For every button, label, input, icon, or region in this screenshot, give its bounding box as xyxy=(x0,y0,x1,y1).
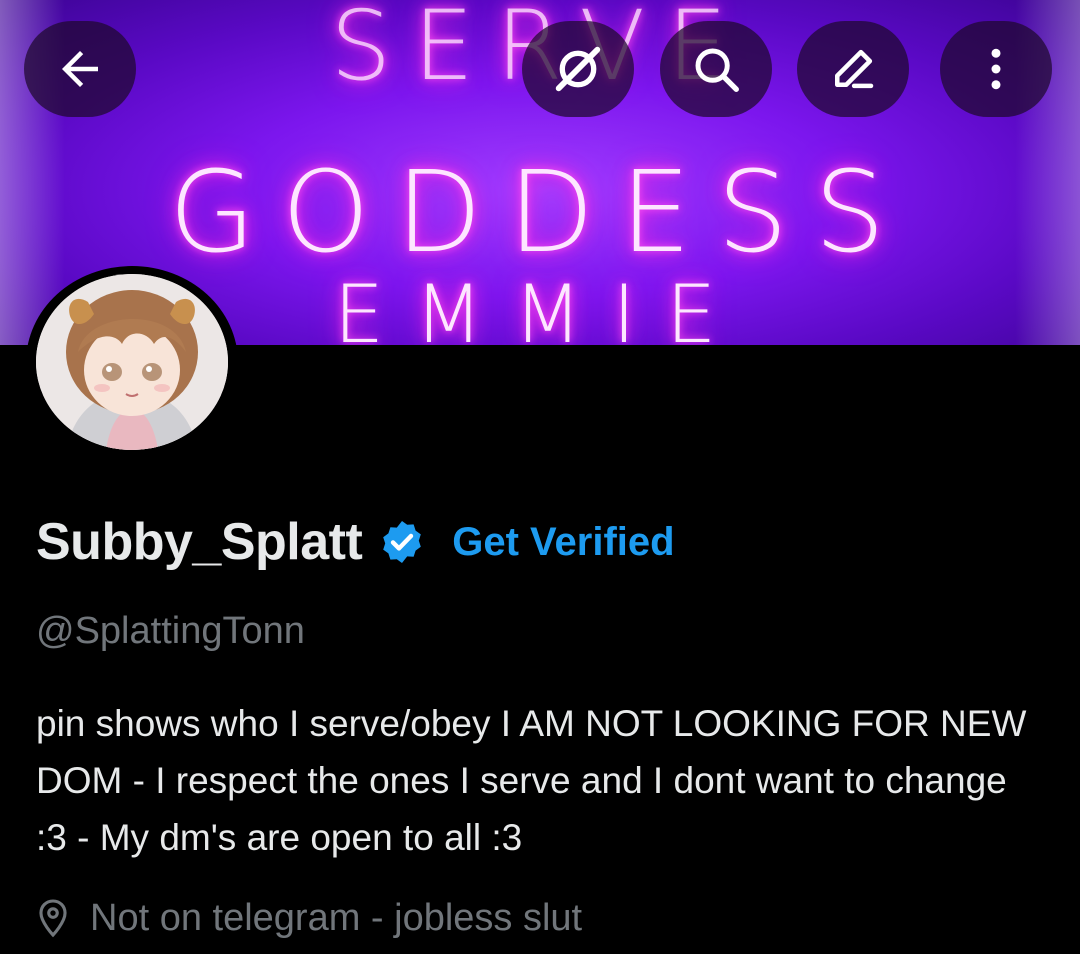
profile-location: Not on telegram - jobless slut xyxy=(36,893,582,943)
more-options-button[interactable] xyxy=(940,21,1052,117)
location-text: Not on telegram - jobless slut xyxy=(90,896,583,939)
search-icon xyxy=(695,48,739,92)
user-handle: @SplattingTonn xyxy=(36,610,305,652)
pencil-icon xyxy=(835,49,874,89)
avatar-image xyxy=(36,274,228,450)
verified-badge-icon-graphic xyxy=(383,521,422,563)
arrow-left-icon xyxy=(62,51,98,87)
location-pin-icon xyxy=(36,898,70,938)
back-button[interactable] xyxy=(24,21,136,117)
grok-button[interactable] xyxy=(522,21,634,117)
search-button[interactable] xyxy=(660,21,772,117)
name-row: Subby_Splatt Get Verified xyxy=(36,510,675,574)
verified-badge-icon[interactable] xyxy=(378,518,426,566)
more-vertical-icon xyxy=(991,48,1001,90)
banner-line-2: GODDESS xyxy=(168,148,912,278)
profile-bio: pin shows who I serve/obey I AM NOT LOOK… xyxy=(36,703,1027,858)
display-name: Subby_Splatt xyxy=(36,513,363,571)
get-verified-link[interactable]: Get Verified xyxy=(452,520,674,565)
edit-button[interactable] xyxy=(797,21,909,117)
avatar[interactable] xyxy=(36,274,228,450)
grok-icon xyxy=(555,46,601,92)
